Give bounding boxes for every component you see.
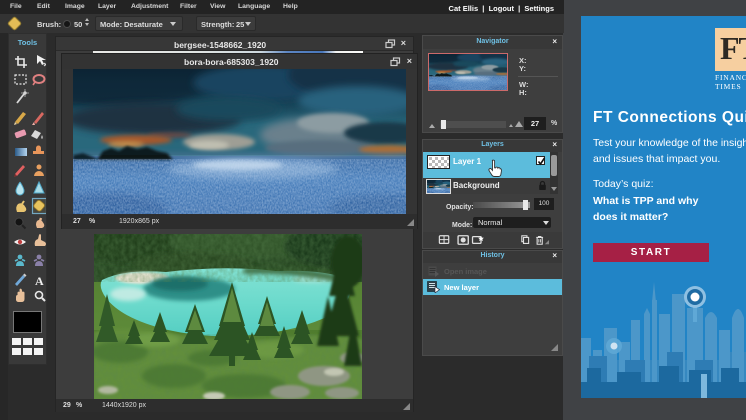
svg-text:A: A [35, 274, 44, 288]
